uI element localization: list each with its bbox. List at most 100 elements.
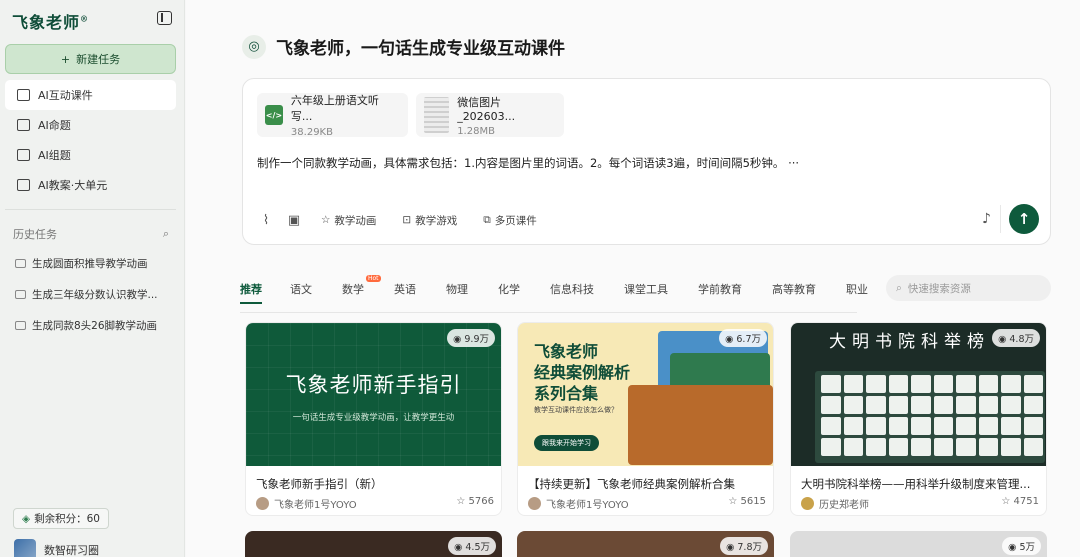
sidebar-collapse-icon[interactable] xyxy=(157,11,172,25)
author-name: 飞象老师1号YOYO xyxy=(274,500,357,511)
card-title[interactable]: 飞象老师新手指引（新） xyxy=(256,476,494,492)
course-card[interactable]: 大明书院科举榜 ◉ 4.8万 大明书院科举榜——用科举升级制度来管理... 历史… xyxy=(790,322,1047,516)
course-card[interactable]: ◉ 5万 xyxy=(790,531,1047,557)
resource-search-input[interactable]: ⌕ 快速搜索资源 xyxy=(886,275,1051,301)
thumbnail-subtitle: 教学互动课件应该怎么做？ xyxy=(534,406,618,414)
owl-logo-icon: ◎ xyxy=(242,34,266,59)
card-meta: 飞象老师1号YOYO ☆ 5766 xyxy=(256,496,494,511)
views-badge: ◉ 7.8万 xyxy=(720,537,768,555)
tab-higher-ed[interactable]: 高等教育 xyxy=(772,281,816,297)
views-badge: ◉ 4.8万 xyxy=(992,329,1040,347)
tab-recommended[interactable]: 推荐 xyxy=(240,281,262,304)
card-author: 飞象老师1号YOYO xyxy=(256,496,357,511)
tab-math[interactable]: 数学 Hot xyxy=(342,275,381,297)
sidebar: 飞象老师® + 新建任务 AI互动课件 AI命题 AI组题 AI教案·大单元 历… xyxy=(0,0,185,557)
cell xyxy=(933,438,953,456)
history-item[interactable]: 生成圆面积推导教学动画 xyxy=(5,248,176,279)
cell xyxy=(866,396,886,414)
course-card[interactable]: ◉ 4.5万 xyxy=(245,531,502,557)
tab-physics[interactable]: 物理 xyxy=(446,281,468,297)
cell xyxy=(821,438,841,456)
cell xyxy=(821,375,841,393)
image-upload-icon[interactable]: ▣ xyxy=(285,211,303,229)
card-title[interactable]: 【持续更新】飞象老师经典案例解析合集 xyxy=(528,476,766,492)
sparkle-icon: ☆ xyxy=(321,214,331,226)
shield-icon: ◈ xyxy=(22,512,31,525)
chip-label: 多页课件 xyxy=(494,214,537,227)
views-count: 7.8万 xyxy=(737,542,762,553)
tab-classroom-tools[interactable]: 课堂工具 xyxy=(624,281,668,297)
sidebar-item-ai-questions[interactable]: AI命题 xyxy=(5,110,176,140)
cell xyxy=(888,417,908,435)
card-title[interactable]: 大明书院科举榜——用科举升级制度来管理... xyxy=(801,476,1039,492)
chat-icon xyxy=(15,290,26,299)
views-badge: ◉ 9.9万 xyxy=(447,329,495,347)
sidebar-item-ai-assemble[interactable]: AI组题 xyxy=(5,140,176,170)
html-file-icon: </> xyxy=(265,105,283,125)
user-profile[interactable]: 数智研习圈 xyxy=(14,539,99,557)
file-size: 1.28MB xyxy=(457,125,495,137)
scene-illustration xyxy=(628,385,773,465)
tab-preschool[interactable]: 学前教育 xyxy=(698,281,742,297)
avatar xyxy=(14,539,36,557)
cell xyxy=(888,438,908,456)
book-icon xyxy=(17,179,30,191)
sidebar-item-label: AI命题 xyxy=(38,119,71,132)
history-item[interactable]: 生成三年级分数认识教学... xyxy=(5,279,176,310)
cell xyxy=(956,396,976,414)
attached-file-html[interactable]: </> 六年级上册语文听写... 38.29KB xyxy=(257,93,408,138)
history-item-label: 生成三年级分数认识教学... xyxy=(32,289,158,301)
chip-teaching-animation[interactable]: ☆ 教学动画 xyxy=(313,207,384,233)
sidebar-item-ai-courseware[interactable]: AI互动课件 xyxy=(5,80,176,110)
avatar xyxy=(256,497,269,510)
send-button[interactable]: ↑ xyxy=(1009,204,1039,234)
attached-file-image[interactable]: 微信图片_202603... 1.28MB xyxy=(416,93,564,137)
cell xyxy=(911,375,931,393)
credits-badge[interactable]: ◈ 剩余积分：60 xyxy=(13,508,109,529)
cell xyxy=(843,396,863,414)
avatar xyxy=(528,497,541,510)
chip-multipage-courseware[interactable]: ⧉ 多页课件 xyxy=(475,207,545,233)
new-task-button[interactable]: + 新建任务 xyxy=(5,44,176,74)
file-name: 微信图片_202603... xyxy=(457,95,516,123)
card-author: 飞象老师1号YOYO xyxy=(528,496,629,511)
course-card[interactable]: ◉ 7.8万 xyxy=(517,531,774,557)
card-thumbnail: 飞象老师 经典案例解析 系列合集 教学互动课件应该怎么做？ 跟我来开始学习 ◉ … xyxy=(518,323,773,466)
star-count[interactable]: ☆ 4751 xyxy=(1001,496,1039,511)
sidebar-item-label: AI互动课件 xyxy=(38,89,93,102)
sidebar-divider xyxy=(5,209,176,210)
search-icon[interactable]: ⌕ xyxy=(163,227,169,241)
cell xyxy=(1023,438,1043,456)
main-content: ◎ 飞象老师，一句话生成专业级互动课件 </> 六年级上册语文听写... 38.… xyxy=(186,0,1080,557)
file-size: 38.29KB xyxy=(290,127,333,138)
chat-icon xyxy=(15,259,26,268)
star-count[interactable]: ☆ 5615 xyxy=(728,496,766,511)
cell xyxy=(1023,417,1043,435)
microphone-icon[interactable]: ♪ xyxy=(973,205,1001,233)
tab-vocational[interactable]: 职业 xyxy=(846,281,868,297)
tab-it[interactable]: 信息科技 xyxy=(550,281,594,297)
gamepad-icon: ⊡ xyxy=(402,214,412,226)
tab-chemistry[interactable]: 化学 xyxy=(498,281,520,297)
views-count: 6.7万 xyxy=(736,334,761,345)
card-thumbnail: 飞象老师新手指引 一句话生成专业级教学动画，让教学更生动 ◉ 9.9万 xyxy=(246,323,501,466)
cell xyxy=(978,417,998,435)
category-tabs: 推荐 语文 数学 Hot 英语 物理 化学 信息科技 课堂工具 学前教育 高等教… xyxy=(240,275,868,304)
course-card[interactable]: 飞象老师新手指引 一句话生成专业级教学动画，让教学更生动 ◉ 9.9万 飞象老师… xyxy=(245,322,502,516)
cell xyxy=(1001,417,1021,435)
cell xyxy=(978,375,998,393)
history-item[interactable]: 生成同款8头26脚教学动画 xyxy=(5,310,176,341)
chip-teaching-game[interactable]: ⊡ 教学游戏 xyxy=(394,207,465,233)
paperclip-icon[interactable]: ⌇ xyxy=(257,211,275,229)
sidebar-item-ai-lesson-plan[interactable]: AI教案·大单元 xyxy=(5,170,176,200)
cell xyxy=(866,417,886,435)
brand-logo[interactable]: 飞象老师® xyxy=(12,9,89,33)
thumbnail-subtitle: 一句话生成专业级教学动画，让教学更生动 xyxy=(292,413,455,423)
cell xyxy=(933,396,953,414)
course-card[interactable]: 飞象老师 经典案例解析 系列合集 教学互动课件应该怎么做？ 跟我来开始学习 ◉ … xyxy=(517,322,774,516)
sidebar-item-label: AI组题 xyxy=(38,149,71,162)
prompt-text[interactable]: 制作一个同款教学动画，具体需求包括：1.内容是图片里的词语。2。每个词语读3遍，… xyxy=(257,155,799,171)
tab-english[interactable]: 英语 xyxy=(394,281,416,297)
tab-chinese[interactable]: 语文 xyxy=(290,281,312,297)
star-count[interactable]: ☆ 5766 xyxy=(456,496,494,511)
